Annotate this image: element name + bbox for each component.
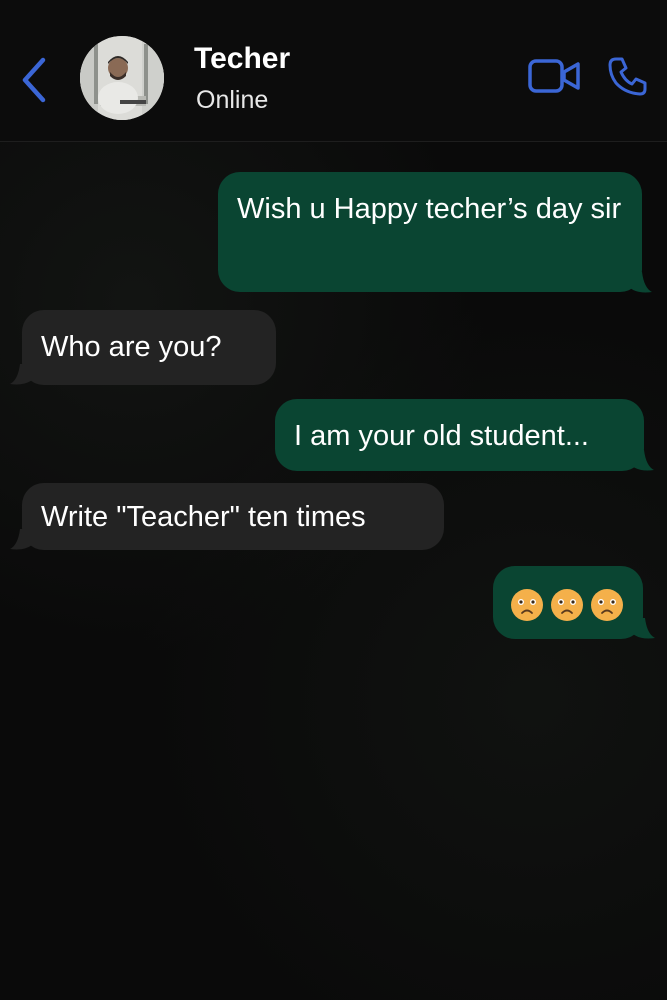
chat-header: Techer Online <box>0 0 667 142</box>
contact-status: Online <box>196 86 269 114</box>
message-bubble-outgoing[interactable]: I am your old student... <box>275 399 644 471</box>
video-call-button[interactable] <box>526 55 584 97</box>
bubble-tail <box>632 450 654 471</box>
emoji-row <box>509 584 629 623</box>
phone-icon <box>608 57 647 96</box>
bubble-tail <box>10 364 32 385</box>
worried-face-icon <box>591 589 623 621</box>
back-button[interactable] <box>14 52 54 108</box>
contact-name[interactable]: Techer <box>194 42 290 76</box>
avatar-photo <box>80 36 164 120</box>
message-bubble-outgoing[interactable]: Wish u Happy techer’s day sir <box>218 172 642 292</box>
message-bubble-incoming[interactable]: Who are you? <box>22 310 276 385</box>
video-camera-icon <box>528 59 580 93</box>
message-bubble-outgoing[interactable] <box>493 566 643 639</box>
contact-avatar[interactable] <box>80 36 164 120</box>
chat-screen: Techer Online Wish u Happy techer’s day … <box>0 0 667 1000</box>
chevron-left-icon <box>22 57 46 103</box>
worried-face-icon <box>511 589 543 621</box>
bubble-tail <box>630 272 652 293</box>
message-text: I am your old student... <box>294 420 589 452</box>
bubble-tail <box>633 618 655 639</box>
message-text: Who are you? <box>41 331 222 363</box>
message-bubble-incoming[interactable]: Write "Teacher" ten times <box>22 483 444 550</box>
message-text: Wish u Happy techer’s day sir <box>237 193 622 225</box>
bubble-tail <box>10 529 32 550</box>
voice-call-button[interactable] <box>604 52 652 100</box>
worried-face-icon <box>551 589 583 621</box>
message-text: Write "Teacher" ten times <box>41 501 366 533</box>
